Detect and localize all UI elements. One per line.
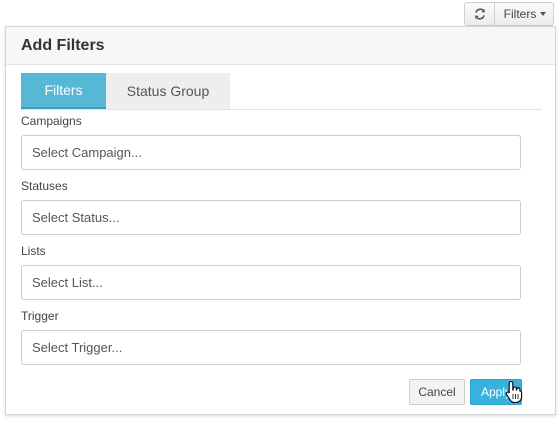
panel-header: Add Filters <box>6 27 555 65</box>
filter-tabs: Filters Status Group <box>21 73 542 110</box>
list-select-placeholder: Select List... <box>32 275 103 290</box>
hand-cursor-icon <box>505 380 523 404</box>
cancel-button[interactable]: Cancel <box>409 379 465 405</box>
tab-filters[interactable]: Filters <box>21 73 106 109</box>
refresh-button[interactable] <box>464 2 495 26</box>
campaign-select[interactable]: Select Campaign... <box>21 135 521 170</box>
refresh-icon <box>474 8 485 20</box>
add-filters-panel: Add Filters Filters Status Group Campaig… <box>5 26 556 415</box>
campaign-select-placeholder: Select Campaign... <box>32 145 142 160</box>
toolbar-button-group: Filters <box>464 2 554 26</box>
list-select[interactable]: Select List... <box>21 265 521 300</box>
trigger-select-placeholder: Select Trigger... <box>32 340 123 355</box>
tab-filters-label: Filters <box>44 82 83 98</box>
trigger-label: Trigger <box>21 309 59 323</box>
trigger-select[interactable]: Select Trigger... <box>21 330 521 365</box>
lists-label: Lists <box>21 244 46 258</box>
tab-status-group-label: Status Group <box>126 83 210 99</box>
status-select[interactable]: Select Status... <box>21 200 521 235</box>
panel-title: Add Filters <box>21 36 105 54</box>
filters-dropdown-button[interactable]: Filters <box>495 2 554 26</box>
statuses-label: Statuses <box>21 179 68 193</box>
tab-status-group[interactable]: Status Group <box>106 73 230 109</box>
campaigns-label: Campaigns <box>21 114 82 128</box>
caret-down-icon <box>540 12 547 16</box>
status-select-placeholder: Select Status... <box>32 210 120 225</box>
filters-button-label: Filters <box>503 7 537 21</box>
